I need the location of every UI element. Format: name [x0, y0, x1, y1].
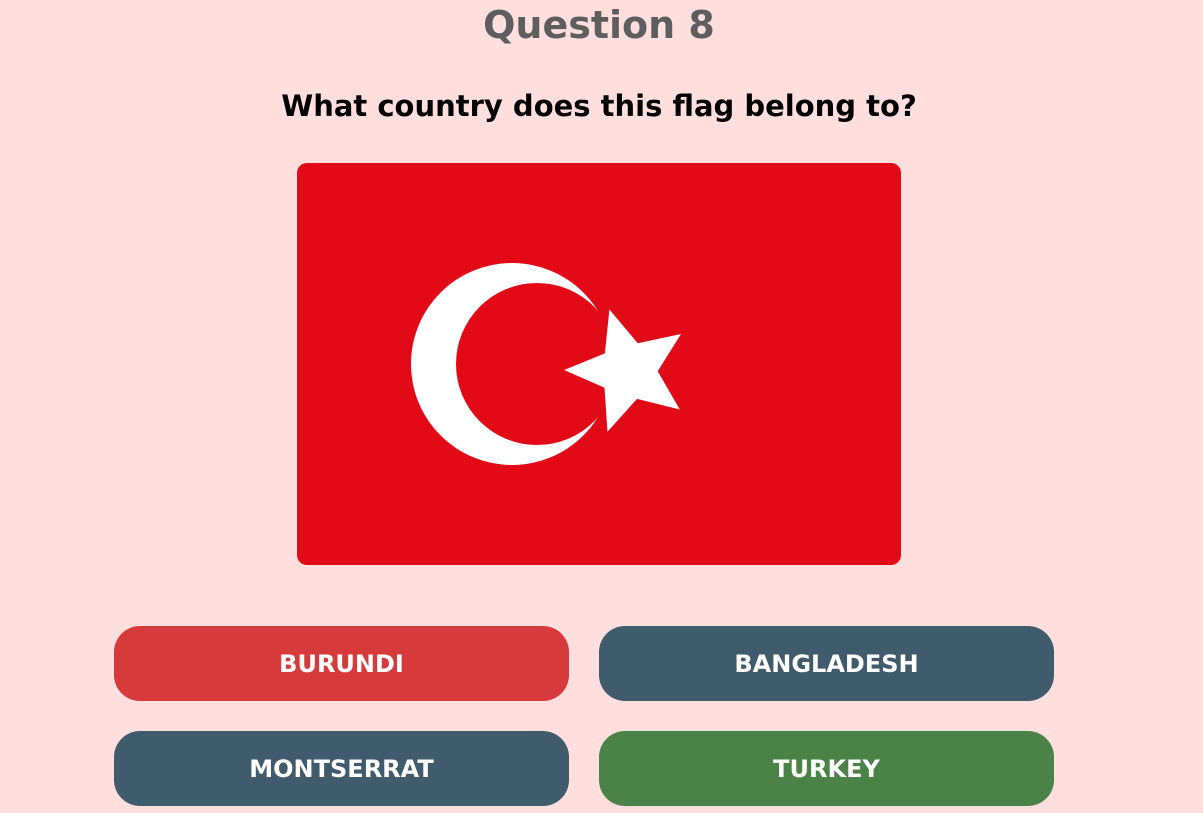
- quiz-page: Question 8 What country does this flag b…: [0, 0, 1203, 813]
- question-prompt: What country does this flag belong to?: [281, 89, 917, 123]
- answer-button-turkey[interactable]: TURKEY: [599, 731, 1054, 806]
- flag-turkey-icon: [297, 163, 901, 565]
- answer-button-bangladesh[interactable]: BANGLADESH: [599, 626, 1054, 701]
- answer-button-montserrat[interactable]: MONTSERRAT: [114, 731, 569, 806]
- question-number-heading: Question 8: [483, 3, 715, 47]
- flag-image: [297, 163, 901, 565]
- answer-button-burundi[interactable]: BURUNDI: [114, 626, 569, 701]
